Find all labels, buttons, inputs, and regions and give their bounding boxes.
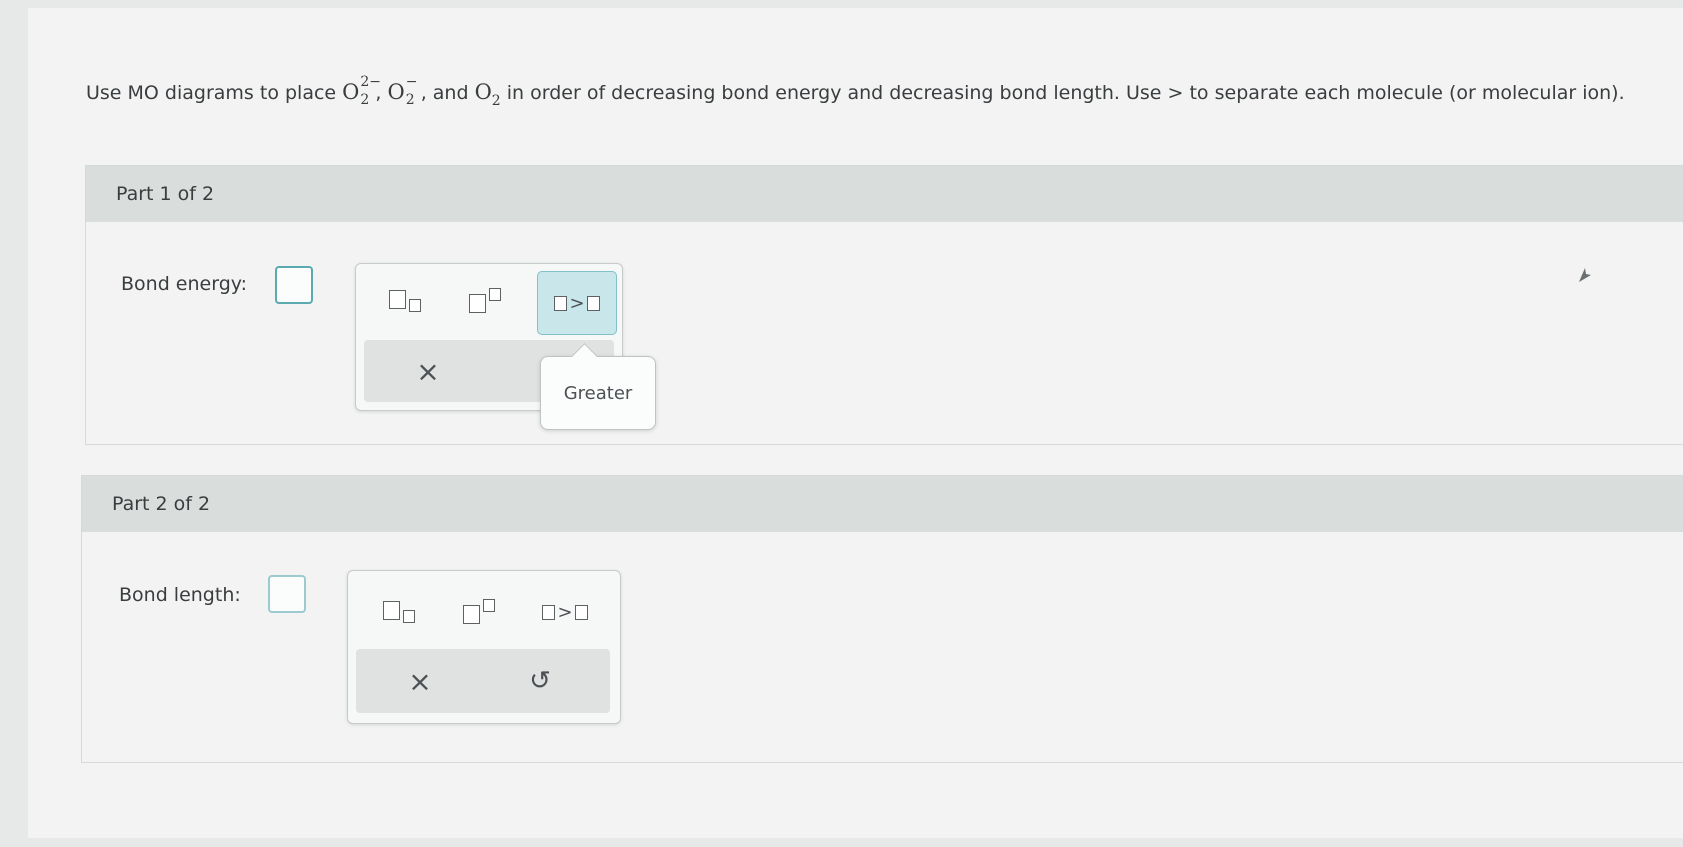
part-1-title: Part 1 of 2 <box>116 183 215 205</box>
greater-tooltip: Greater <box>540 356 656 430</box>
superscript-icon <box>465 288 505 314</box>
superscript-tool-button-2[interactable] <box>440 581 518 643</box>
question-prefix: Use MO diagrams to place <box>86 82 337 104</box>
mouse-cursor-icon <box>1579 268 1591 282</box>
part-1-header: Part 1 of 2 <box>86 166 1683 222</box>
bond-length-label: Bond length: <box>119 584 241 606</box>
greater-symbol: > <box>569 292 585 314</box>
bond-length-actions: × ↺ <box>356 649 610 713</box>
species-oxygen: O2 <box>474 80 501 110</box>
greater-icon: > <box>554 292 600 314</box>
superscript-tool-button[interactable] <box>446 270 524 332</box>
part-1-panel: Part 1 of 2 <box>85 165 1683 445</box>
subscript-icon <box>379 599 419 625</box>
bond-energy-label: Bond energy: <box>121 273 248 295</box>
greater-icon: > <box>542 601 588 623</box>
undo-button[interactable]: ↺ <box>490 651 590 711</box>
part-2-title: Part 2 of 2 <box>112 493 211 515</box>
clear-button[interactable]: × <box>378 341 478 401</box>
subscript-tool-button-2[interactable] <box>360 581 438 643</box>
greater-tool-button-2[interactable]: > <box>526 581 604 643</box>
question-and: and <box>432 82 469 104</box>
bond-length-palette: > × ↺ <box>347 570 621 724</box>
undo-icon: ↺ <box>529 666 551 696</box>
greater-symbol: > <box>557 601 573 623</box>
close-icon: × <box>408 664 432 698</box>
clear-button-2[interactable]: × <box>370 651 470 711</box>
species-peroxide: O 2− 2 <box>342 74 382 108</box>
tooltip-text: Greater <box>563 382 633 404</box>
question-suffix: in order of decreasing bond energy and d… <box>506 82 1625 104</box>
subscript-tool-button[interactable] <box>366 270 444 332</box>
part-2-header: Part 2 of 2 <box>82 476 1683 532</box>
species-superoxide: O −2 <box>387 74 418 108</box>
greater-tool-button[interactable]: > <box>537 271 617 335</box>
close-icon: × <box>416 354 440 388</box>
bond-length-input[interactable] <box>268 575 306 613</box>
part-2-panel: Part 2 of 2 <box>81 475 1683 763</box>
bond-energy-input[interactable] <box>275 266 313 304</box>
subscript-icon <box>385 288 425 314</box>
question-text: Use MO diagrams to place O 2− 2, O −2, and … <box>86 74 1625 110</box>
superscript-icon <box>459 599 499 625</box>
